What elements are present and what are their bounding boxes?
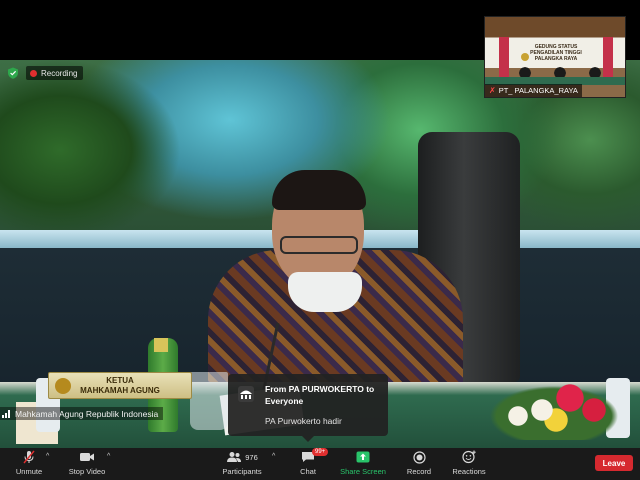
unmute-label: Unmute xyxy=(15,467,43,476)
reactions-button[interactable]: Reactions xyxy=(451,450,487,478)
video-options-chevron-icon[interactable]: ^ xyxy=(107,453,110,460)
participant-thumbnail[interactable]: GEDUNG STATUS PENGADILAN TINGGI PALANGKA… xyxy=(484,16,626,98)
thumbnail-banner-line3: PALANGKA RAYA xyxy=(534,56,578,62)
emblem-icon xyxy=(55,378,71,394)
reactions-smiley-icon xyxy=(462,450,476,464)
share-screen-label: Share Screen xyxy=(340,467,386,476)
participants-label: Participants xyxy=(222,467,262,476)
meeting-toolbar: Unmute ^ Stop Video ^ 976 Participants ^ xyxy=(0,448,640,480)
chat-from: From PA PURWOKERTO to Everyone xyxy=(265,384,375,406)
speaker-name: Mahkamah Agung Republik Indonesia xyxy=(15,408,159,419)
unmute-button[interactable]: Unmute xyxy=(14,450,44,478)
speaker-hair xyxy=(272,170,366,210)
water-glass xyxy=(190,372,228,430)
chat-message: PA Purwokerto hadir xyxy=(265,416,342,426)
participants-options-chevron-icon[interactable]: ^ xyxy=(272,453,275,460)
participants-button[interactable]: 976 Participants xyxy=(221,450,263,478)
recording-label: Recording xyxy=(41,68,78,78)
bottle-cap xyxy=(154,338,168,352)
participants-count: 976 xyxy=(245,452,258,462)
thumbnail-name-label: ✗ PT_ PALANGKA_RAYA xyxy=(485,84,582,97)
thumbnail-banner: GEDUNG STATUS PENGADILAN TINGGI PALANGKA… xyxy=(519,44,593,62)
share-screen-button[interactable]: Share Screen xyxy=(340,450,386,478)
mic-muted-icon xyxy=(23,450,35,464)
audio-options-chevron-icon[interactable]: ^ xyxy=(46,453,49,460)
leave-button[interactable]: Leave xyxy=(595,455,633,471)
speaker-glasses xyxy=(280,236,358,254)
chat-button[interactable]: 99+ Chat xyxy=(297,448,329,478)
chat-notification[interactable]: From PA PURWOKERTO to Everyone PA Purwok… xyxy=(228,374,388,442)
thumbnail-participant-name: PT_ PALANGKA_RAYA xyxy=(498,86,578,95)
thumbnail-emblem-icon xyxy=(521,53,529,61)
stop-video-button[interactable]: Stop Video xyxy=(67,450,107,478)
chat-avatar-icon xyxy=(238,386,254,402)
recording-indicator[interactable]: Recording xyxy=(26,66,84,80)
stop-video-label: Stop Video xyxy=(68,467,106,476)
video-camera-icon xyxy=(80,453,94,461)
reactions-label: Reactions xyxy=(452,467,486,476)
shield-icon[interactable] xyxy=(7,67,19,79)
speaker-name-label: Mahkamah Agung Republik Indonesia xyxy=(0,407,164,420)
chat-label: Chat xyxy=(300,467,316,476)
muted-mic-icon: ✗ xyxy=(489,86,496,95)
flower-arrangement xyxy=(490,370,620,440)
record-icon xyxy=(412,450,426,464)
record-button[interactable]: Record xyxy=(404,450,434,478)
chat-popup-tail xyxy=(302,436,314,442)
record-label: Record xyxy=(406,467,432,476)
thumbnail-curtain-left xyxy=(499,37,509,77)
participants-icon xyxy=(227,452,242,462)
nameplate: KETUA MAHKAMAH AGUNG xyxy=(48,372,192,399)
share-screen-icon xyxy=(356,451,370,463)
speaker-mask xyxy=(288,272,362,312)
signal-bars-icon xyxy=(2,409,11,418)
chat-unread-badge: 99+ xyxy=(312,448,329,456)
record-dot-icon xyxy=(30,69,37,77)
